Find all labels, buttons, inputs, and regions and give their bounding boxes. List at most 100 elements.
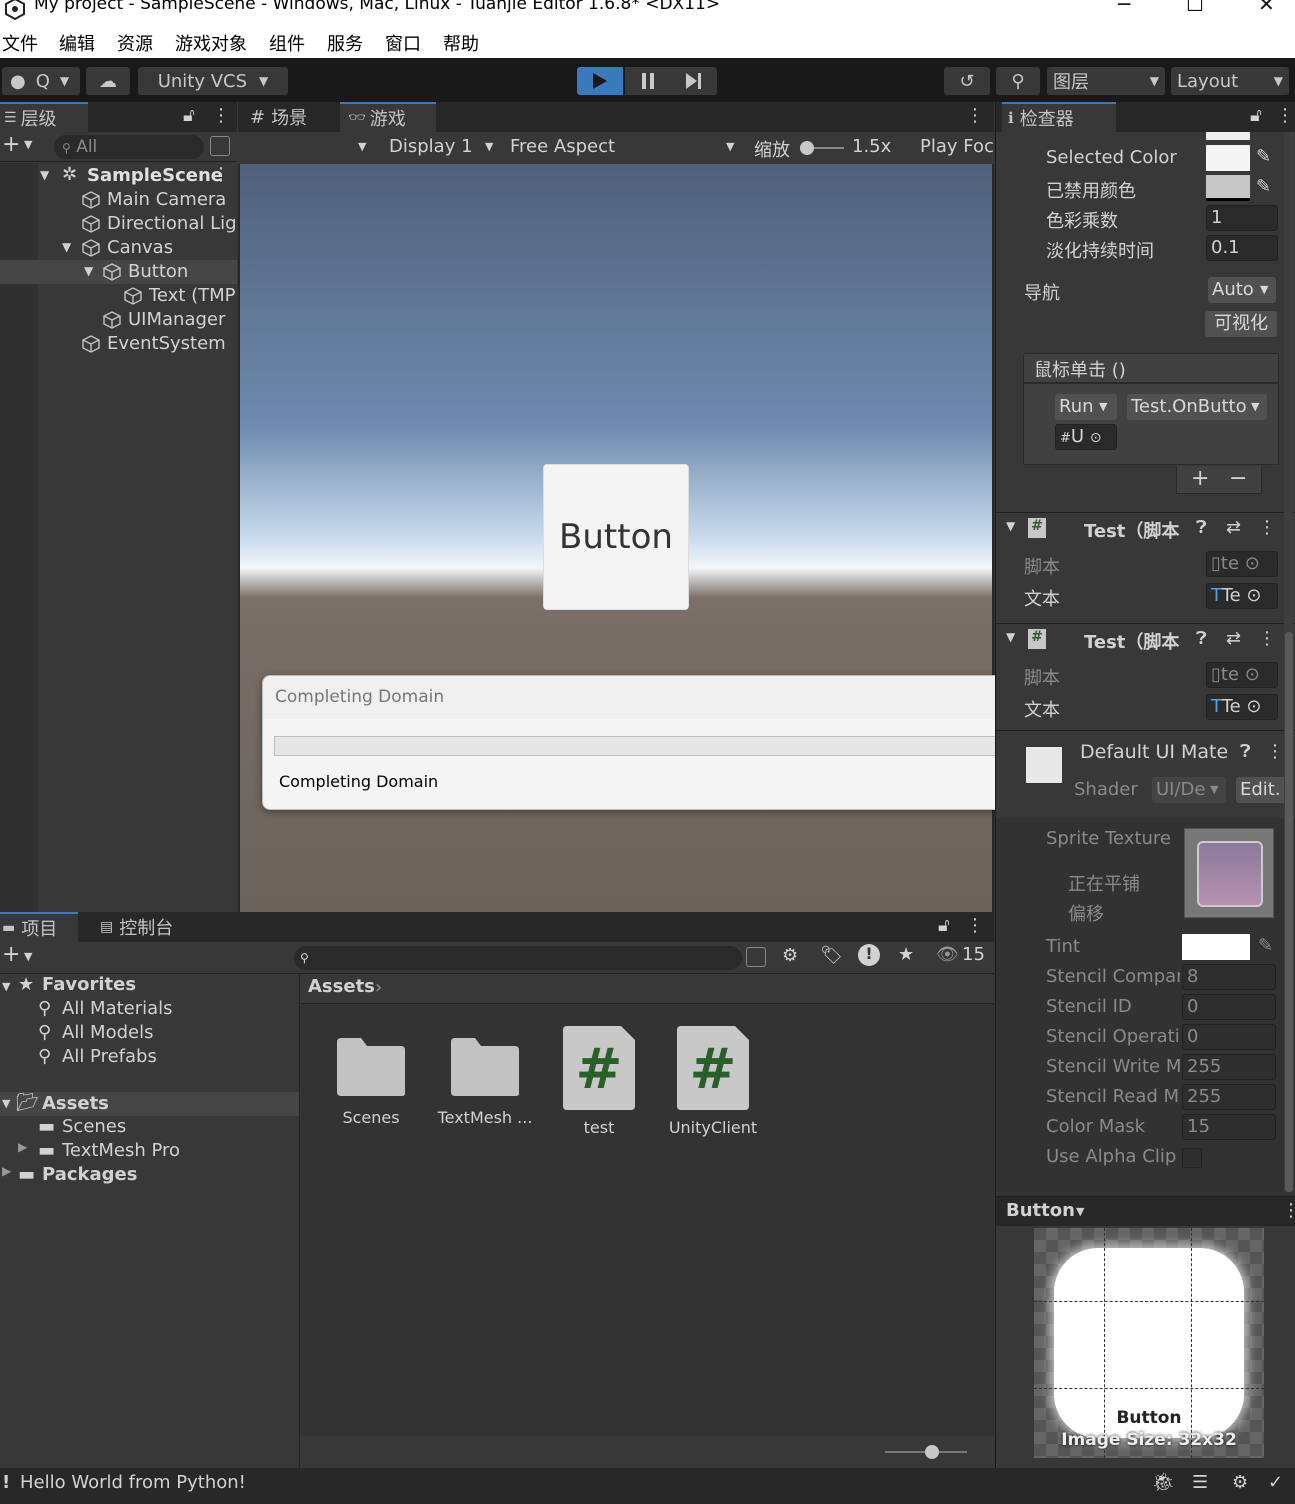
expand-icon[interactable]: ▼ xyxy=(84,264,93,278)
expand-icon[interactable]: ▶ xyxy=(18,1140,27,1154)
favorites-item[interactable]: All Models xyxy=(62,1022,153,1043)
prop-field[interactable]: 15 xyxy=(1182,1114,1276,1140)
asset-item[interactable]: # UnityClient xyxy=(663,1026,763,1146)
more-icon[interactable]: ⋮ xyxy=(966,915,984,936)
account-dropdown[interactable]: ● Q ▼ xyxy=(2,67,80,95)
lock-icon[interactable]: 🔓︎ xyxy=(1250,105,1262,126)
menu-component[interactable]: 组件 xyxy=(269,30,305,56)
breadcrumb-assets[interactable]: Assets xyxy=(308,976,375,997)
chevron-down-icon[interactable]: ▼ xyxy=(24,138,32,151)
expand-icon[interactable]: ▼ xyxy=(40,168,49,182)
expand-icon[interactable]: ▶ xyxy=(2,1164,11,1178)
favorites-label[interactable]: Favorites xyxy=(42,974,136,995)
hierarchy-row[interactable]: ▼ Canvas xyxy=(0,236,237,260)
prop-field[interactable]: 8 xyxy=(1182,964,1276,990)
add-icon[interactable]: + xyxy=(2,132,20,157)
tab-game[interactable]: 👓︎ 游戏 xyxy=(340,102,436,132)
project-search-input[interactable]: ⚲ xyxy=(294,946,742,970)
prop-field[interactable]: 0 xyxy=(1182,1024,1276,1050)
favorites-item[interactable]: All Prefabs xyxy=(62,1046,157,1067)
component-header[interactable]: ▼ # Test（脚本 ❓︎ ⇄ ⋮ xyxy=(996,623,1295,655)
use-alpha-clip-checkbox[interactable] xyxy=(1182,1148,1202,1168)
settings-icon[interactable]: ⇄ xyxy=(1226,517,1241,538)
layers-dropdown[interactable]: 图层 ▼ xyxy=(1047,67,1165,95)
more-icon[interactable]: ⋮ xyxy=(212,164,230,185)
help-icon[interactable]: ❓︎ xyxy=(1196,517,1207,538)
hierarchy-row-selected[interactable]: ▼ Button xyxy=(0,260,237,284)
favorites-item[interactable]: All Materials xyxy=(62,998,173,1019)
search-button[interactable]: ⚲ xyxy=(996,67,1040,95)
packages-label[interactable]: Packages xyxy=(42,1164,137,1185)
expand-icon[interactable]: ▼ xyxy=(2,980,10,993)
visualize-button[interactable]: 可视化 xyxy=(1205,311,1277,337)
sprite-texture-slot[interactable] xyxy=(1184,828,1274,918)
cloud-button[interactable]: ☁ xyxy=(86,67,130,95)
status-message[interactable]: Hello World from Python! xyxy=(20,1472,246,1493)
tab-project[interactable]: ▬ 项目 xyxy=(0,912,78,942)
expand-icon[interactable]: ▼ xyxy=(62,240,71,254)
lock-icon[interactable]: 🔓︎ xyxy=(183,105,195,126)
icon-size-slider-handle[interactable] xyxy=(925,1445,939,1459)
more-icon[interactable]: ⋮ xyxy=(966,105,984,126)
more-icon[interactable]: ⋮ xyxy=(1258,628,1276,649)
prop-field[interactable]: 255 xyxy=(1182,1054,1276,1080)
lock-icon[interactable]: 🔓︎ xyxy=(938,915,950,936)
expand-icon[interactable]: ▼ xyxy=(1006,630,1015,644)
hierarchy-search-input[interactable]: ⚲ All xyxy=(54,135,204,159)
fade-duration-field[interactable]: 0.1 xyxy=(1206,235,1278,261)
asset-item[interactable]: Scenes xyxy=(321,1026,421,1146)
remove-icon[interactable]: − xyxy=(1229,466,1247,491)
tree-item[interactable]: Scenes xyxy=(62,1116,126,1137)
hierarchy-row[interactable]: Directional Lig xyxy=(0,212,237,236)
menu-file[interactable]: 文件 xyxy=(2,30,38,56)
more-icon[interactable]: ⋮ xyxy=(1282,1200,1295,1221)
aspect-dropdown[interactable]: Free Aspect ▼ xyxy=(504,134,742,162)
tab-inspector[interactable]: ℹ 检查器 xyxy=(1002,102,1116,132)
play-focus-dropdown[interactable]: Play Foc xyxy=(914,134,994,162)
scale-slider[interactable] xyxy=(800,141,844,155)
asset-item[interactable]: # test xyxy=(549,1026,649,1146)
add-icon[interactable]: + xyxy=(1191,466,1209,491)
text-field[interactable]: TTe ⊙ xyxy=(1206,694,1278,720)
help-icon[interactable]: ❓︎ xyxy=(1240,741,1251,762)
runtime-dropdown[interactable]: Run ▼ xyxy=(1055,394,1117,420)
pause-button[interactable] xyxy=(625,67,671,95)
menu-edit[interactable]: 编辑 xyxy=(59,30,95,56)
menu-services[interactable]: 服务 xyxy=(327,30,363,56)
expand-icon[interactable]: ▼ xyxy=(2,1097,10,1110)
navigation-dropdown[interactable]: Auto ▼ xyxy=(1208,277,1276,303)
tree-item[interactable]: TextMesh Pro xyxy=(62,1140,180,1161)
menu-gameobject[interactable]: 游戏对象 xyxy=(175,30,247,56)
game-mode-dropdown[interactable]: ▼ xyxy=(242,134,372,162)
script-field[interactable]: ▯te ⊙ xyxy=(1206,551,1278,577)
cache-icon[interactable]: ☰ xyxy=(1192,1472,1208,1493)
text-field[interactable]: TTe ⊙ xyxy=(1206,583,1278,609)
more-icon[interactable]: ⋮ xyxy=(1276,105,1294,126)
scale-slider-handle[interactable] xyxy=(800,141,814,155)
eye-icon[interactable]: 👁︎ xyxy=(936,944,959,965)
more-icon[interactable]: ⋮ xyxy=(1266,741,1284,762)
close-icon[interactable]: ✕ xyxy=(1258,0,1275,16)
color-swatch[interactable] xyxy=(1206,132,1250,140)
prop-field[interactable]: 255 xyxy=(1182,1084,1276,1110)
menu-assets[interactable]: 资源 xyxy=(117,30,153,56)
hierarchy-row[interactable]: Text (TMP xyxy=(0,284,237,308)
maximize-icon[interactable]: ☐ xyxy=(1186,0,1204,16)
icon-size-slider[interactable] xyxy=(885,1445,967,1459)
play-button[interactable] xyxy=(577,67,623,95)
expand-icon[interactable]: ▼ xyxy=(1006,519,1015,533)
selected-color-swatch[interactable] xyxy=(1206,145,1250,171)
search-options-icon[interactable] xyxy=(210,136,230,156)
inspector-scrollbar[interactable] xyxy=(1284,132,1294,1192)
chevron-down-icon[interactable]: ▼ xyxy=(24,950,32,963)
hierarchy-row[interactable]: EventSystem xyxy=(0,332,237,356)
hierarchy-row[interactable]: UIManager xyxy=(0,308,237,332)
tab-scene[interactable]: # 场景 xyxy=(244,102,338,132)
target-icon[interactable]: ⊙ xyxy=(1090,430,1102,446)
component-header[interactable]: ▼ # Test（脚本 ❓︎ ⇄ ⋮ xyxy=(996,512,1295,544)
add-icon[interactable]: + xyxy=(2,942,20,967)
tab-console[interactable]: ▤ 控制台 xyxy=(100,912,200,942)
tree-row-assets[interactable]: ▼ 📂︎ Assets xyxy=(0,1092,299,1116)
help-icon[interactable]: ❓︎ xyxy=(1196,628,1207,649)
object-field[interactable]: #U ⊙ xyxy=(1055,424,1117,450)
